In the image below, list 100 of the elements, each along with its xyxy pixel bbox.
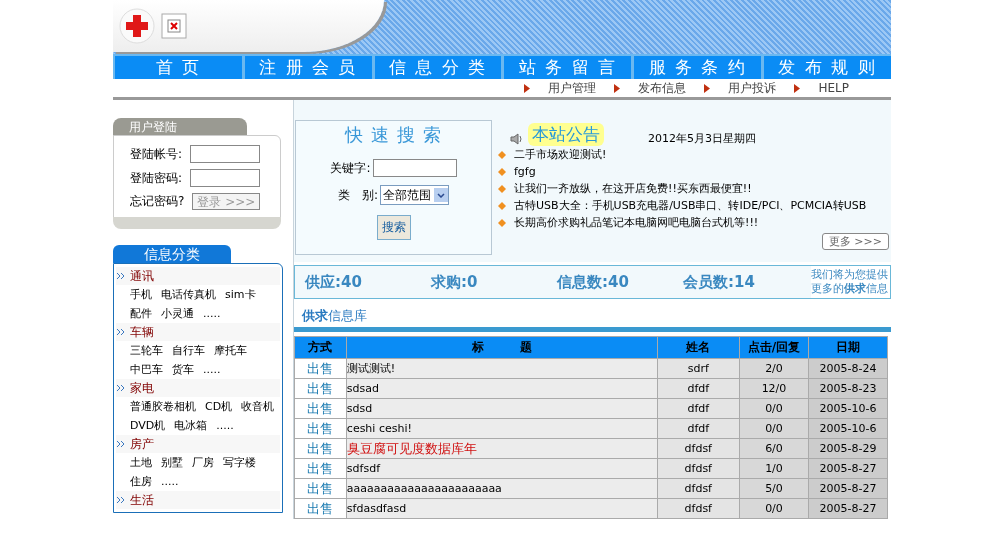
arrow-icon [704, 83, 711, 93]
more-button[interactable]: 更多 >>> [821, 233, 889, 250]
type-link[interactable]: 出售 [307, 420, 334, 436]
column-header: 姓名 [657, 336, 740, 359]
notice-link[interactable]: fgfg [514, 165, 536, 178]
title-link[interactable]: sdsd [346, 402, 373, 415]
category-link[interactable]: 生活 [130, 491, 154, 509]
column-header: 点击/回复 [739, 336, 809, 359]
promo-text: 更多的供求信息 [811, 282, 888, 296]
speaker-icon [510, 132, 524, 146]
type-link[interactable]: 出售 [307, 380, 334, 396]
subcategory-link[interactable]: 摩托车 [214, 341, 247, 360]
subcategory-link[interactable]: 手机 [130, 285, 152, 304]
arrow-icon [116, 272, 126, 280]
subcategory-link[interactable]: CD机 [205, 397, 233, 416]
search-title: 快 速 搜 索 [345, 123, 442, 147]
type-link[interactable]: 出售 [307, 500, 334, 516]
promo-text: 我们将为您提供 [811, 268, 888, 282]
column-header: 标 题 [346, 336, 658, 359]
category-link[interactable]: 房产 [130, 435, 154, 453]
category-link[interactable]: 车辆 [130, 323, 154, 341]
subcategory-link[interactable]: DVD机 [130, 416, 166, 435]
broken-image-icon [161, 13, 187, 39]
field-label: 登陆密码: [130, 169, 183, 187]
cross-logo [119, 8, 155, 44]
category-select[interactable]: 全部范围 [380, 185, 449, 205]
title-link[interactable]: sfdasdfasd [346, 502, 407, 515]
notice-link[interactable]: 让我们一齐放纵，在这开店免费!!买东西最便宜!! [514, 181, 752, 196]
arrow-icon [794, 83, 801, 93]
notice-link[interactable]: 古特USB大全：手机USB充电器/USB串口、转IDE/PCI、PCMCIA转USB [514, 198, 867, 213]
type-link[interactable]: 出售 [307, 360, 334, 376]
title-link[interactable]: sdsad [346, 382, 379, 395]
arrow-icon [116, 328, 126, 336]
subcategory-link[interactable]: 小灵通 [161, 304, 194, 323]
subcategory-link[interactable]: 自行车 [172, 341, 205, 360]
subcategory-link[interactable]: ..... [161, 472, 179, 491]
subcategory-link[interactable]: 写字楼 [223, 453, 256, 472]
title-link[interactable]: sdfsdf [346, 462, 380, 475]
arrow-icon [524, 83, 531, 93]
subcategory-link[interactable]: 货车 [172, 360, 194, 379]
category-title: 信息分类 [113, 245, 231, 263]
input-field[interactable] [190, 145, 261, 163]
arrow-icon [116, 496, 126, 504]
stat-text: 信息数:40 [555, 272, 630, 292]
column-header: 方式 [294, 336, 347, 359]
notice-link[interactable]: 长期高价求购礼品笔记本电脑网吧电脑台式机等!!! [514, 215, 759, 230]
sub-nav-link[interactable]: 发布信息 [638, 79, 687, 97]
subcategory-link[interactable]: sim卡 [225, 285, 256, 304]
bullet-icon [498, 150, 506, 159]
column-header: 日期 [808, 336, 888, 359]
arrow-icon [116, 440, 126, 448]
chevron-down-icon [437, 192, 445, 198]
date-text: 2012年5月3日星期四 [648, 131, 756, 146]
subcategory-link[interactable]: 普通胶卷相机 [130, 397, 196, 416]
title-link[interactable]: ceshi ceshi! [346, 422, 412, 435]
subcategory-link[interactable]: 电话传真机 [161, 285, 216, 304]
sub-nav-link[interactable]: HELP [818, 81, 849, 95]
subcategory-link[interactable]: 收音机 [241, 397, 275, 416]
stat-text: 会员数:14 [682, 272, 756, 292]
subcategory-link[interactable]: ..... [216, 416, 234, 435]
subcategory-link[interactable]: 中巴车 [130, 360, 163, 379]
section-heading: 供求信息库 [300, 308, 367, 323]
type-link[interactable]: 出售 [307, 460, 334, 476]
arrow-icon [116, 384, 126, 392]
type-link[interactable]: 出售 [307, 440, 334, 456]
field-label: 类 别: [337, 186, 378, 204]
field-label: 关键字: [330, 159, 371, 177]
sub-nav-link[interactable]: 用户管理 [548, 79, 597, 97]
subcategory-link[interactable]: ..... [203, 304, 221, 323]
input-field[interactable] [190, 169, 261, 187]
subcategory-link[interactable]: 土地 [130, 453, 152, 472]
type-link[interactable]: 出售 [307, 480, 334, 496]
stat-text: 求购:0 [429, 272, 479, 292]
bullet-icon [498, 201, 506, 210]
title-link[interactable]: 测试测试! [346, 362, 396, 375]
notice-link[interactable]: 二手市场欢迎测试! [514, 147, 607, 162]
arrow-icon [614, 83, 621, 93]
bullet-icon [498, 184, 506, 193]
title-link[interactable]: aaaaaaaaaaaaaaaaaaaaaaa [346, 482, 502, 495]
sub-nav-link[interactable]: 用户投诉 [728, 79, 777, 97]
subcategory-link[interactable]: 配件 [130, 304, 152, 323]
subcategory-link[interactable]: 厂房 [192, 453, 214, 472]
login-title: 用户登陆 [113, 118, 247, 136]
bullet-icon [498, 218, 506, 227]
stat-text: 供应:40 [303, 272, 363, 292]
subcategory-link[interactable]: 别墅 [161, 453, 183, 472]
field-label: 登陆帐号: [130, 145, 183, 163]
forgot-password-link[interactable]: 忘记密码? [130, 193, 185, 210]
keyword-field[interactable] [372, 159, 457, 177]
title-link[interactable]: 臭豆腐可见度数据库年 [346, 440, 477, 456]
category-link[interactable]: 家电 [130, 379, 154, 397]
subcategory-link[interactable]: 住房 [130, 472, 152, 491]
search-button[interactable]: 搜索 [376, 215, 411, 240]
type-link[interactable]: 出售 [307, 400, 334, 416]
subcategory-link[interactable]: ..... [203, 360, 221, 379]
bullet-icon [498, 167, 506, 176]
subcategory-link[interactable]: 电冰箱 [174, 416, 208, 435]
category-link[interactable]: 通讯 [130, 267, 154, 285]
subcategory-link[interactable]: 三轮车 [130, 341, 163, 360]
notice-title: 本站公告 [528, 123, 604, 146]
